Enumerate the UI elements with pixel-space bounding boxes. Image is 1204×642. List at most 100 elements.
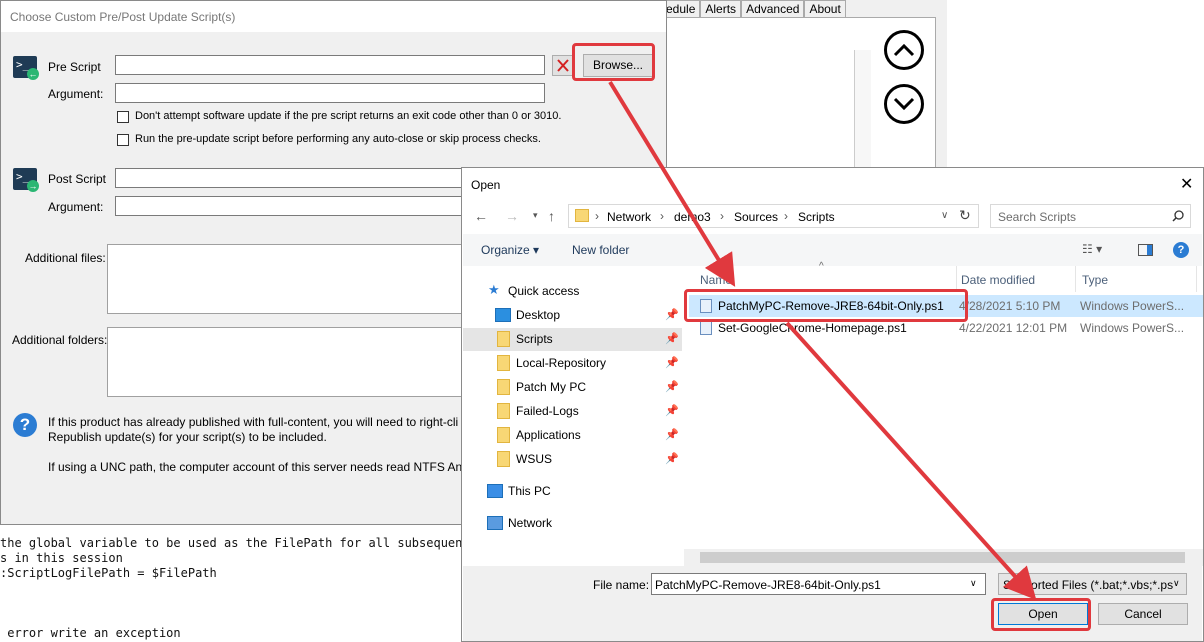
scrollbar-thumb[interactable] — [700, 552, 1185, 563]
highlight-box-open — [991, 598, 1091, 631]
nav-item-desktop[interactable]: Desktop 📌 — [463, 304, 682, 327]
pre-update-checkbox[interactable] — [117, 134, 129, 146]
forward-arrow-icon[interactable]: → — [505, 208, 519, 224]
additional-folders-label: Additional folders: — [12, 333, 108, 347]
nav-item-wsus[interactable]: WSUS 📌 — [463, 448, 682, 471]
pin-icon: 📌 — [665, 309, 679, 321]
pin-icon: 📌 — [665, 333, 679, 345]
dialog-footer: File name: PatchMyPC-Remove-JRE8-64bit-O… — [463, 566, 1202, 641]
highlight-box-file — [684, 289, 968, 322]
pre-script-label: Pre Script — [48, 60, 101, 74]
navigation-pane: ★ Quick access Desktop 📌 Scripts 📌 Local… — [463, 266, 682, 566]
search-icon — [1172, 210, 1184, 222]
chevron-down-icon: ∨ — [1173, 578, 1180, 589]
open-file-dialog: Open ✕ ← → ▾ ↑ › Network › demo3 › Sourc… — [461, 167, 1204, 642]
nav-label: Local-Repository — [516, 356, 607, 370]
additional-folders-list[interactable] — [107, 327, 463, 397]
open-dialog-title: Open — [471, 178, 501, 192]
clear-pre-script-button[interactable] — [552, 55, 574, 76]
info-icon: ? — [13, 413, 37, 437]
nav-item-patch-my-pc[interactable]: Patch My PC 📌 — [463, 376, 682, 399]
code-line: error write an exception — [0, 626, 181, 640]
organize-button[interactable]: Organize ▾ — [481, 243, 539, 257]
file-name-value: PatchMyPC-Remove-JRE8-64bit-Only.ps1 — [655, 578, 881, 592]
powershell-icon: >_ ← — [13, 56, 39, 80]
additional-files-label: Additional files: — [25, 251, 106, 265]
nav-this-pc[interactable]: This PC — [463, 480, 682, 503]
nav-item-applications[interactable]: Applications 📌 — [463, 424, 682, 447]
background-scrollbar[interactable] — [854, 50, 871, 180]
folder-icon — [497, 379, 510, 395]
pin-icon: 📌 — [665, 405, 679, 417]
horizontal-scrollbar[interactable] — [684, 549, 1203, 566]
organize-label: Organize — [481, 243, 530, 257]
delete-x-icon — [557, 59, 569, 72]
chevron-down-icon[interactable]: ∨ — [970, 578, 977, 589]
preview-pane-icon[interactable] — [1138, 244, 1153, 256]
additional-files-list[interactable] — [107, 244, 463, 314]
view-options-icon[interactable]: ☷ ▾ — [1082, 242, 1102, 256]
nav-item-failed-logs[interactable]: Failed-Logs 📌 — [463, 400, 682, 423]
column-header-date[interactable]: Date modified — [961, 266, 1076, 292]
pre-script-input[interactable] — [115, 55, 545, 75]
move-down-button[interactable] — [884, 84, 924, 124]
help-icon[interactable]: ? — [1173, 242, 1189, 258]
close-icon[interactable]: ✕ — [1180, 174, 1193, 194]
exit-code-checkbox[interactable] — [117, 111, 129, 123]
dialog-title: Choose Custom Pre/Post Update Script(s) — [10, 10, 236, 24]
nav-network[interactable]: Network — [463, 512, 682, 535]
desktop-icon — [495, 308, 511, 322]
breadcrumb-item[interactable]: demo3 — [674, 210, 711, 224]
tab-about[interactable]: About — [804, 0, 846, 17]
folder-icon — [575, 209, 589, 222]
pin-icon: 📌 — [665, 453, 679, 465]
breadcrumb-item[interactable]: Sources — [734, 210, 778, 224]
tab-alerts[interactable]: Alerts — [700, 0, 742, 17]
filter-value: Supported Files (*.bat;*.vbs;*.ps — [1003, 578, 1174, 592]
tab-advanced[interactable]: Advanced — [741, 0, 805, 17]
folder-icon — [497, 403, 510, 419]
cancel-button[interactable]: Cancel — [1098, 603, 1188, 625]
address-bar[interactable]: › Network › demo3 › Sources › Scripts ∨ — [568, 204, 979, 228]
chevron-up-icon — [893, 43, 915, 57]
post-script-label: Post Script — [48, 172, 107, 186]
new-folder-button[interactable]: New folder — [572, 243, 629, 257]
nav-item-scripts[interactable]: Scripts 📌 — [463, 328, 682, 351]
back-arrow-icon[interactable]: ← — [474, 208, 488, 224]
file-name-label: File name: — [593, 578, 650, 592]
nav-label: Quick access — [508, 284, 580, 298]
pre-update-checkbox-label: Run the pre-update script before perform… — [135, 133, 541, 145]
pin-icon: 📌 — [665, 381, 679, 393]
breadcrumb-item[interactable]: Network — [607, 210, 651, 224]
nav-item-local-repository[interactable]: Local-Repository 📌 — [463, 352, 682, 375]
file-name-input[interactable]: PatchMyPC-Remove-JRE8-64bit-Only.ps1 ∨ — [651, 573, 986, 595]
powershell-icon: >_ → — [13, 168, 39, 192]
folder-icon — [497, 331, 510, 347]
up-arrow-icon[interactable]: ↑ — [548, 208, 555, 224]
chevron-down-icon[interactable]: ∨ — [941, 210, 948, 221]
highlight-box-browse — [572, 43, 655, 81]
refresh-icon[interactable]: ↻ — [959, 207, 971, 224]
code-line: :ScriptLogFilePath = $FilePath — [0, 566, 217, 580]
info-text: Republish update(s) for your script(s) t… — [48, 430, 327, 444]
nav-label: WSUS — [516, 452, 552, 466]
nav-quick-access[interactable]: ★ Quick access — [463, 280, 682, 303]
breadcrumb-item[interactable]: Scripts — [798, 210, 835, 224]
column-header-type[interactable]: Type — [1082, 266, 1197, 292]
folder-icon — [497, 451, 510, 467]
move-up-button[interactable] — [884, 30, 924, 70]
nav-label: This PC — [508, 484, 551, 498]
command-bar: Organize ▾ New folder ☷ ▾ ? — [463, 234, 1202, 266]
recent-locations-icon[interactable]: ▾ — [533, 210, 538, 221]
argument-label: Argument: — [48, 87, 104, 101]
search-input[interactable]: Search Scripts — [990, 204, 1191, 228]
nav-label: Scripts — [516, 332, 553, 346]
chevron-down-icon — [893, 97, 915, 111]
file-type-filter[interactable]: Supported Files (*.bat;*.vbs;*.ps ∨ — [998, 573, 1187, 595]
nav-label: Network — [508, 516, 553, 530]
folder-icon — [497, 355, 510, 371]
pre-argument-input[interactable] — [115, 83, 545, 103]
file-date: 4/28/2021 5:10 PM — [959, 299, 1061, 313]
nav-label: Applications — [516, 428, 581, 442]
info-text: If using a UNC path, the computer accoun… — [48, 460, 463, 474]
